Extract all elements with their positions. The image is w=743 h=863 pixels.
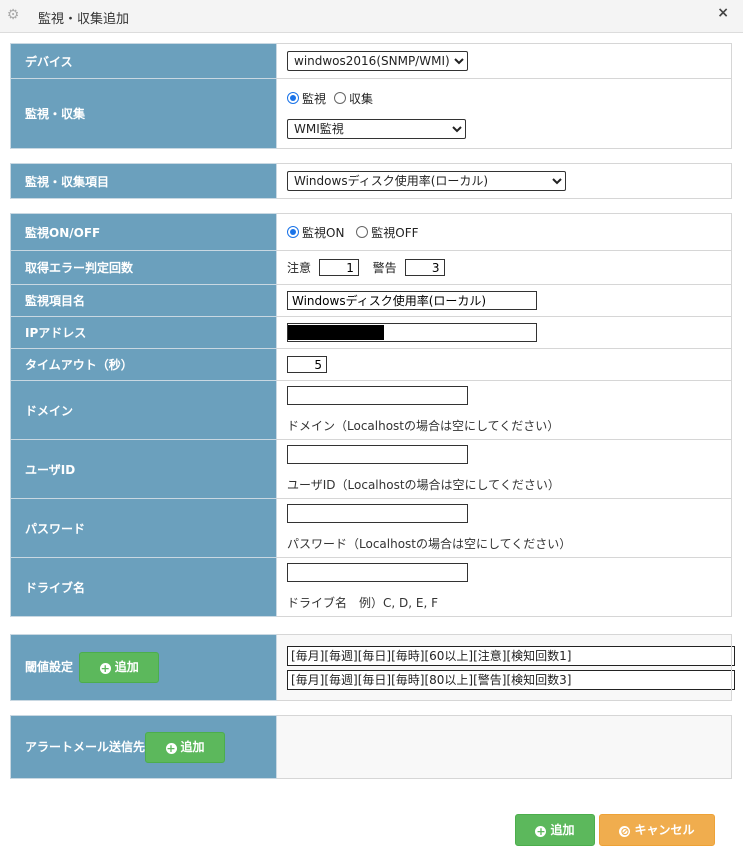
- monitor-radio-label: 監視: [302, 92, 327, 106]
- collect-radio-label: 収集: [349, 92, 374, 106]
- userid-label: ユーザID: [10, 439, 277, 499]
- threshold-label: 閾値設定: [25, 660, 74, 674]
- caution-count-input[interactable]: [318, 259, 359, 277]
- item-select[interactable]: Windowsディスク使用率(ローカル): [287, 171, 566, 191]
- domain-hint: ドメイン（Localhostの場合は空にしてください）: [287, 419, 560, 433]
- error-count-label: 取得エラー判定回数: [10, 250, 277, 285]
- onoff-label: 監視ON/OFF: [10, 213, 277, 251]
- threshold-add-button[interactable]: + 追加: [79, 652, 160, 683]
- redacted-block: [288, 325, 384, 340]
- window-title: 監視・収集追加: [38, 12, 130, 27]
- drive-label: ドライブ名: [10, 557, 277, 617]
- settings-section: 監視ON/OFF 監視ON 監視OFF 取得エラー判定回数 注意 警告 監視項目…: [10, 213, 732, 617]
- monitor-off-radio[interactable]: [356, 225, 369, 238]
- drive-input[interactable]: [287, 563, 468, 582]
- item-name-label: 監視項目名: [10, 284, 277, 317]
- password-hint: パスワード（Localhostの場合は空にしてください）: [287, 537, 572, 551]
- domain-input[interactable]: [287, 386, 468, 405]
- item-section: 監視・収集項目 Windowsディスク使用率(ローカル): [10, 163, 732, 199]
- timeout-label: タイムアウト（秒）: [10, 348, 277, 381]
- monitor-radio[interactable]: [287, 92, 299, 104]
- caution-label: 注意: [287, 260, 312, 275]
- item-name-input[interactable]: [287, 291, 537, 310]
- gear-icon: ⚙: [6, 7, 20, 23]
- device-label: デバイス: [10, 43, 277, 79]
- method-select[interactable]: WMI監視: [287, 119, 466, 139]
- ip-input[interactable]: [287, 323, 537, 342]
- timeout-input[interactable]: [287, 356, 327, 373]
- threshold-section: 閾値設定 + 追加 [毎月][毎週][毎日][毎時][60以上][注意][検知回数…: [10, 634, 735, 701]
- monitor-collect-label: 監視・収集: [10, 78, 277, 149]
- item-label: 監視・収集項目: [10, 163, 277, 199]
- alert-mail-add-button[interactable]: + 追加: [145, 731, 226, 763]
- plus-circle-icon: +: [165, 741, 177, 755]
- title-bar: ⚙ 監視・収集追加 ×: [0, 0, 743, 33]
- monitor-off-label: 監視OFF: [371, 225, 419, 240]
- alert-mail-label: アラートメール送信先: [25, 739, 146, 754]
- warning-label: 警告: [372, 260, 397, 275]
- userid-hint: ユーザID（Localhostの場合は空にしてください）: [287, 478, 560, 492]
- add-button[interactable]: + 追加: [515, 814, 595, 846]
- ip-label: IPアドレス: [10, 316, 277, 349]
- ban-icon: ⊘: [619, 825, 631, 838]
- cancel-button[interactable]: ⊘ キャンセル: [599, 814, 715, 846]
- alert-mail-section: アラートメール送信先 + 追加: [10, 715, 732, 779]
- warning-count-input[interactable]: [404, 259, 445, 277]
- plus-circle-icon: +: [535, 825, 547, 838]
- monitor-on-label: 監視ON: [302, 225, 345, 240]
- collect-radio[interactable]: [334, 92, 347, 104]
- password-input[interactable]: [287, 504, 468, 523]
- device-section: デバイス windwos2016(SNMP/WMI) 監視・収集 監視 収集 WM…: [10, 43, 732, 149]
- device-select[interactable]: windwos2016(SNMP/WMI): [287, 51, 468, 71]
- threshold-rule-2[interactable]: [毎月][毎週][毎日][毎時][80以上][警告][検知回数3]: [287, 669, 735, 690]
- monitor-on-radio[interactable]: [287, 225, 299, 238]
- domain-label: ドメイン: [10, 380, 277, 440]
- close-button[interactable]: ×: [717, 5, 729, 21]
- plus-circle-icon: +: [99, 662, 111, 675]
- userid-input[interactable]: [287, 445, 468, 464]
- password-label: パスワード: [10, 498, 277, 558]
- threshold-rule-1[interactable]: [毎月][毎週][毎日][毎時][60以上][注意][検知回数1]: [287, 645, 735, 666]
- drive-hint: ドライブ名 例）C, D, E, F: [287, 596, 438, 610]
